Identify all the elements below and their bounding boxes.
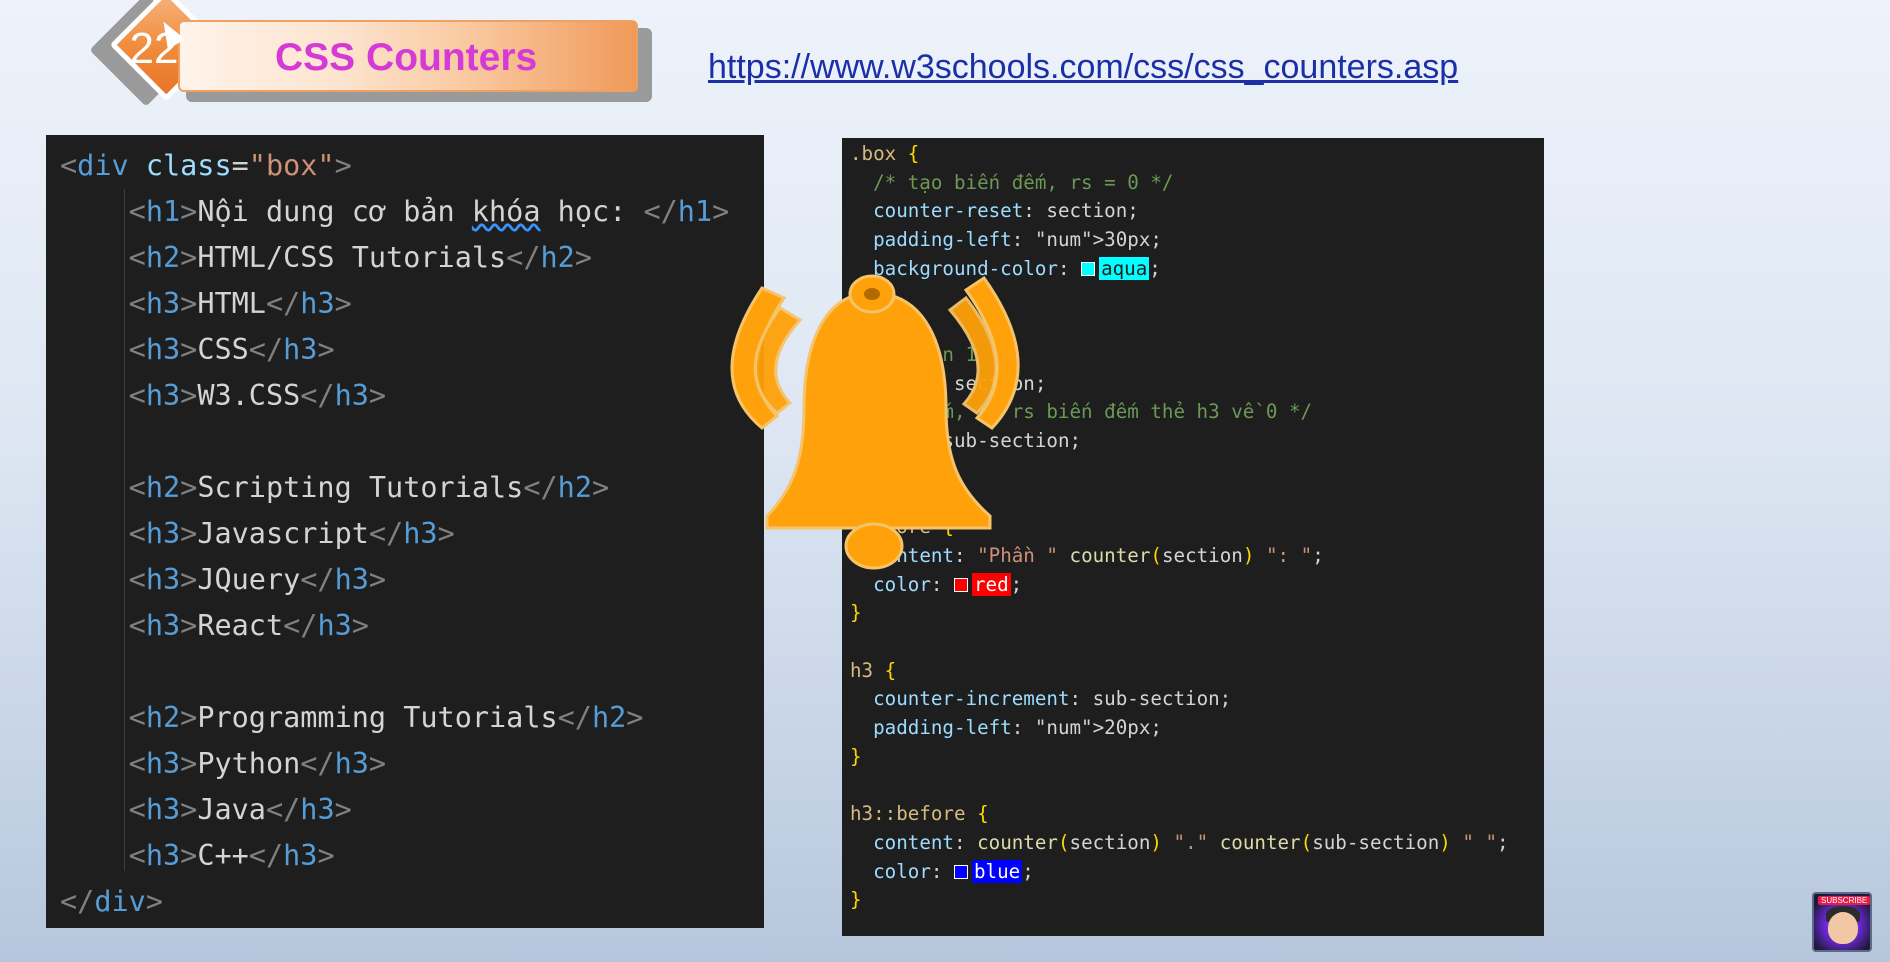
css-code-line: .box { (850, 142, 920, 165)
subscribe-label: SUBSCRIBE (1818, 896, 1870, 905)
css-code-line (850, 628, 1509, 657)
css-code-line: h3 { (850, 658, 897, 682)
css-code-line: h3::before { (850, 802, 989, 826)
color-swatch (953, 865, 968, 880)
html-code-line (60, 419, 729, 465)
html-code-line: <h3>CSS</h3> (128, 333, 335, 366)
css-code-line: counter-reset: section; (873, 199, 1139, 223)
css-code-line: } (850, 601, 862, 625)
html-code-line: <h3>React</h3> (128, 609, 369, 642)
html-code-line: <h2>HTML/CSS Tutorials</h2> (128, 241, 592, 274)
html-code-line: <h3>JQuery</h3> (128, 563, 387, 596)
html-code-line: </div> (60, 885, 163, 918)
page-title: CSS Counters (275, 36, 538, 79)
reference-link[interactable]: https://www.w3schools.com/css/css_counte… (708, 48, 1458, 87)
css-code-line (850, 771, 1509, 800)
bell-icon[interactable] (722, 258, 1026, 580)
css-code-line: } (850, 744, 862, 768)
css-code-line: } (850, 888, 862, 912)
html-code-line (60, 649, 729, 695)
html-code-line: <h3>Java</h3> (128, 793, 352, 826)
css-code-line: counter-increment: sub-section; (873, 687, 1232, 711)
html-code-line: <h2>Scripting Tutorials</h2> (128, 471, 610, 504)
css-code-line: content: counter(section) "." counter(su… (873, 830, 1509, 854)
html-code-line: <h2>Programming Tutorials</h2> (128, 701, 644, 734)
html-code-line: <h3>C++</h3> (128, 839, 335, 872)
avatar-face (1828, 912, 1858, 944)
css-code-line: padding-left: "num">30px; (873, 228, 1162, 252)
html-code-line: <div class="box"> (60, 149, 352, 182)
html-code-block: <div class="box"> <h1>Nội dung cơ bản kh… (60, 143, 729, 925)
color-swatch (953, 578, 968, 593)
html-code-line: <h3>Python</h3> (128, 747, 387, 780)
css-code-line: /* tạo biến đếm, rs = 0 */ (850, 170, 1174, 194)
html-code-panel: <div class="box"> <h1>Nội dung cơ bản kh… (46, 135, 764, 928)
css-code-line: padding-left: "num">20px; (873, 716, 1162, 740)
css-code-line: color: blue; (873, 859, 1034, 883)
html-code-line: <h3>HTML</h3> (128, 287, 352, 320)
html-code-line: <h1>Nội dung cơ bản khóa học: </h1> (128, 195, 730, 228)
html-code-line: <h3>W3.CSS</h3> (128, 379, 387, 412)
html-code-line: <h3>Javascript</h3> (128, 517, 455, 550)
channel-avatar-thumbnail[interactable]: SUBSCRIBE (1812, 892, 1872, 952)
color-swatch (1081, 262, 1096, 277)
